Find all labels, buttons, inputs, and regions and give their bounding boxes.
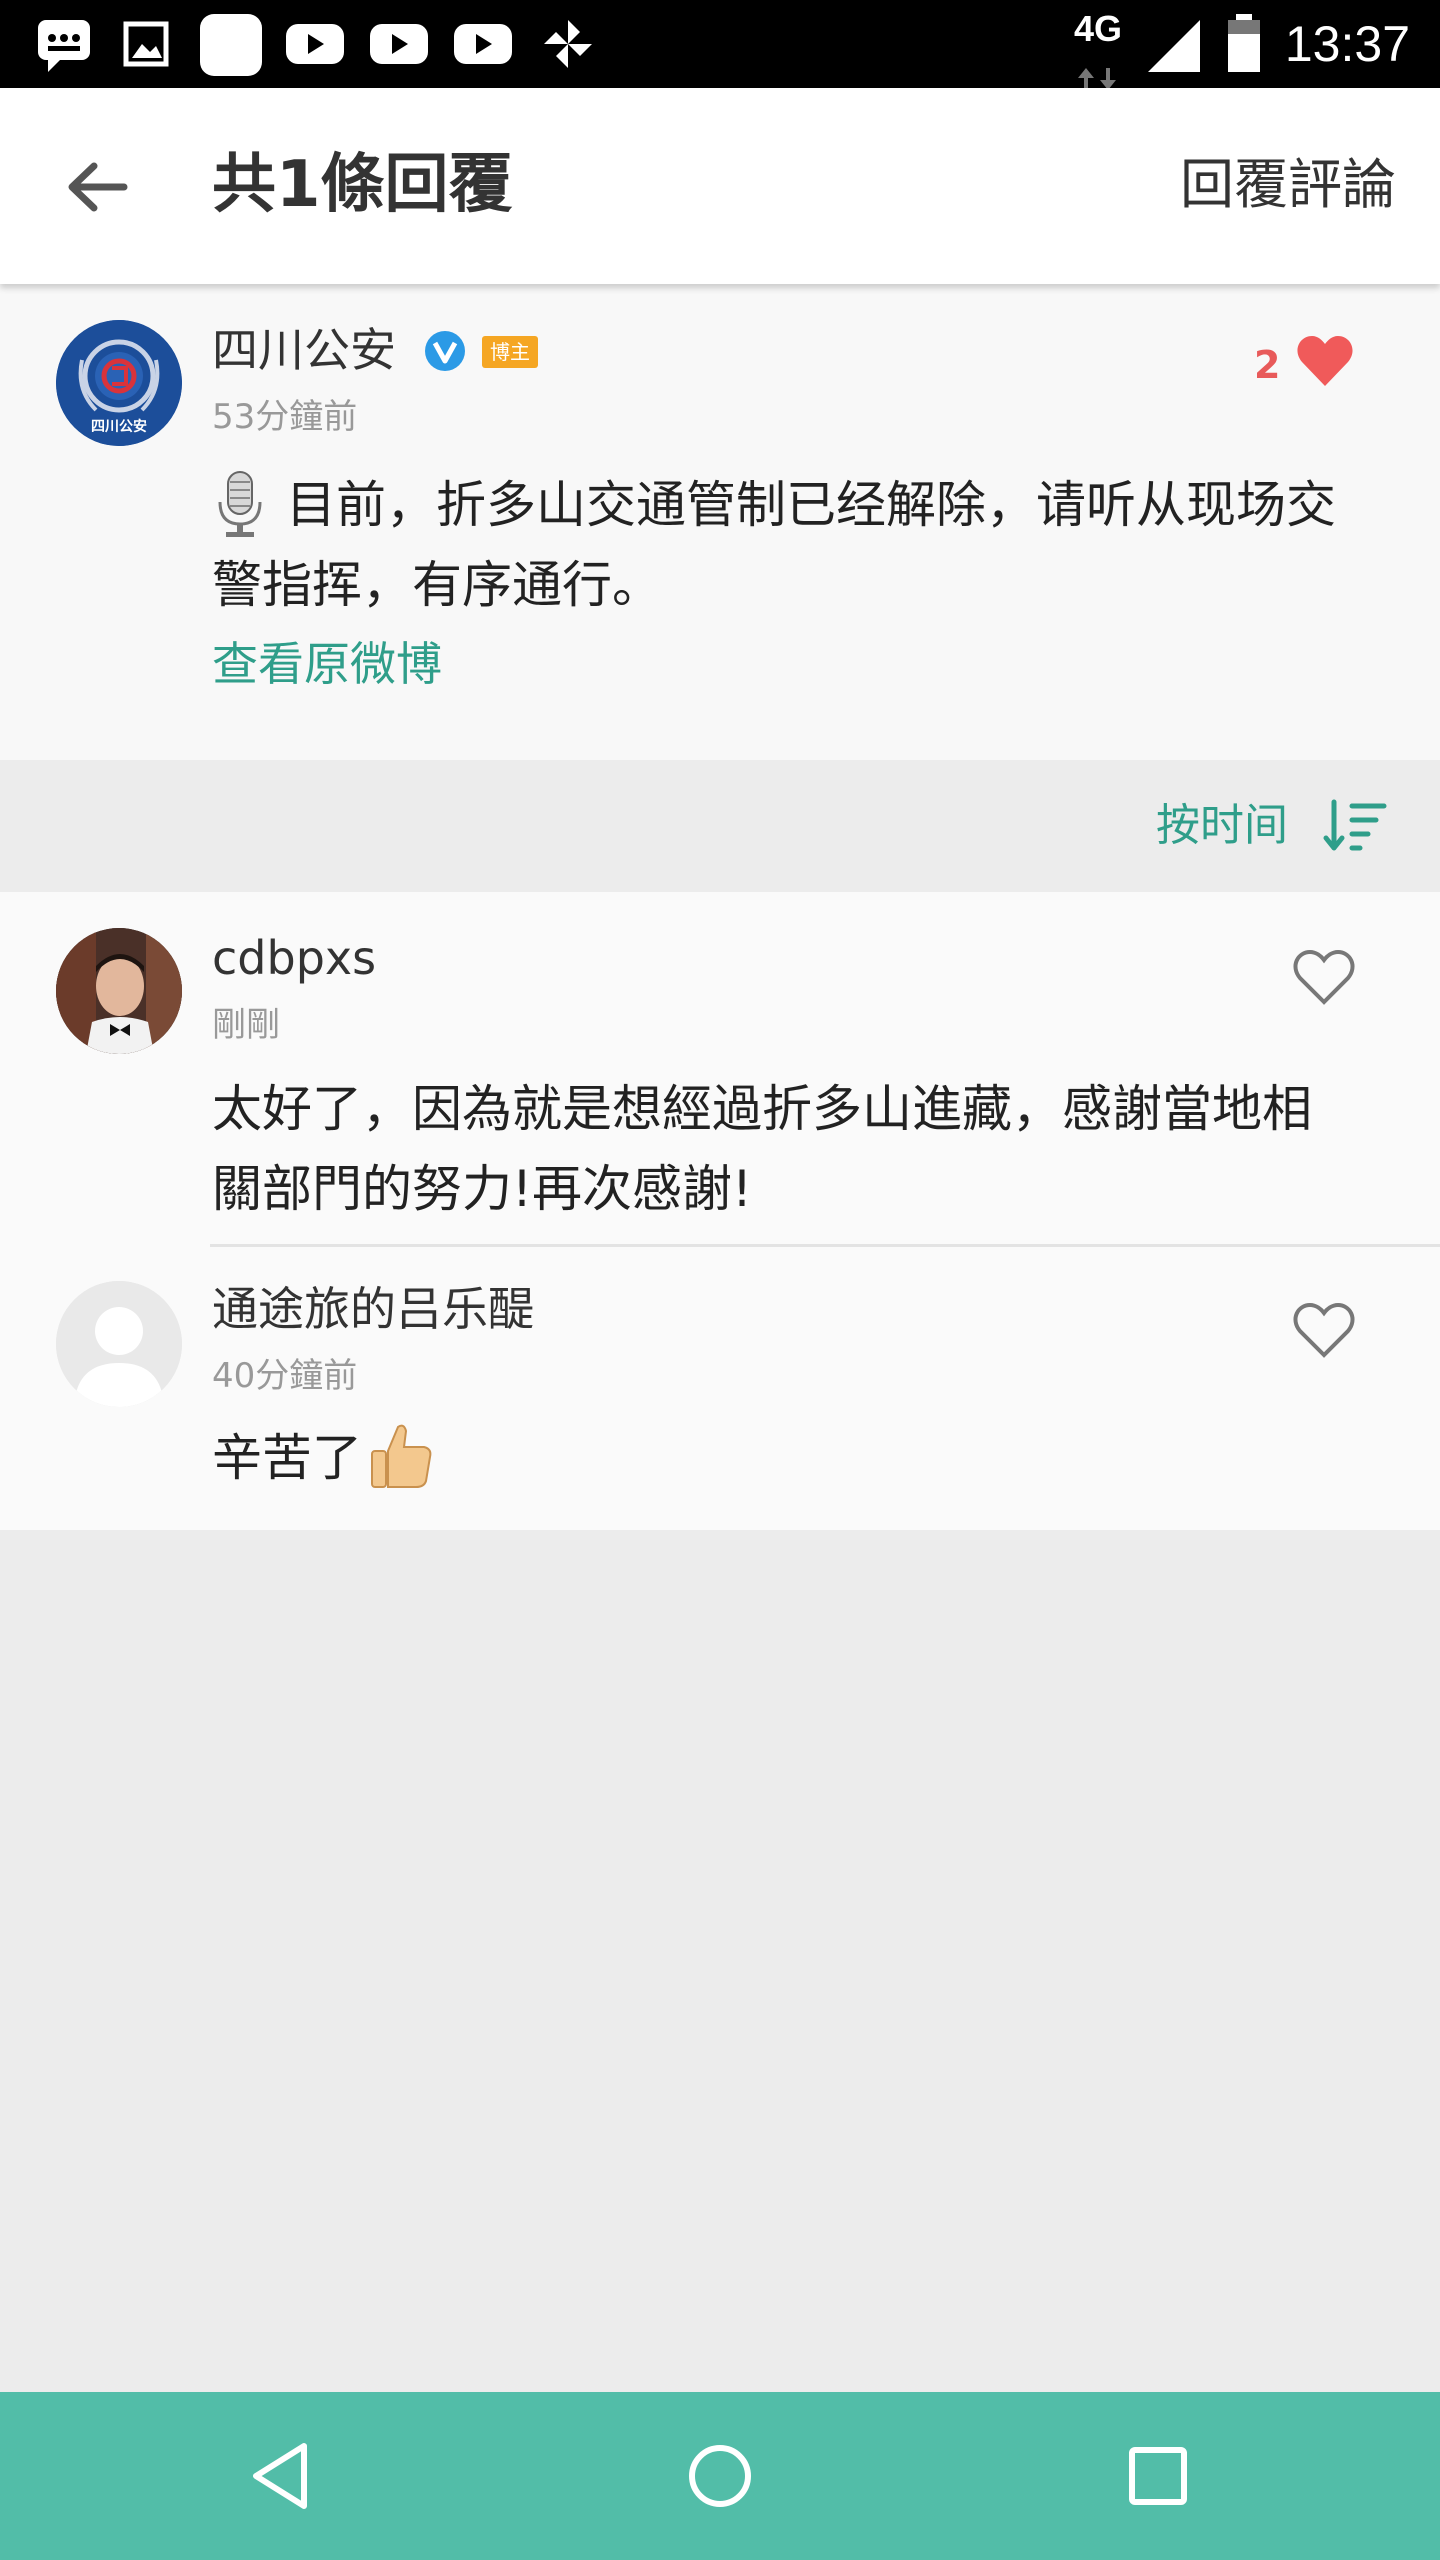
clock: 13:37	[1284, 16, 1410, 72]
microphone-emoji-icon	[218, 471, 262, 537]
list-item: cdbpxs 剛剛 太好了，因為就是想經過折多山進藏，感謝當地相 關部門的努力!…	[0, 892, 1440, 1244]
pinwheel-notification-icon	[544, 20, 592, 68]
page-title: 共1條回覆	[212, 148, 513, 222]
heart-outline-icon[interactable]	[1292, 948, 1356, 1006]
comment-time: 剛剛	[212, 1005, 280, 1045]
list-item: 通途旅的吕乐醍 40分鐘前 辛苦了	[0, 1247, 1440, 1530]
blogger-badge: 博主	[482, 336, 538, 368]
comment-text: 太好了，因為就是想經過折多山進藏，感謝當地相	[212, 1080, 1312, 1138]
comment-text: 目前，折多山交通管制已经解除，请听从现场交	[286, 476, 1336, 534]
sort-icon[interactable]	[1322, 796, 1388, 856]
youtube-notification-icon	[454, 24, 512, 64]
back-arrow-icon[interactable]	[54, 142, 144, 232]
status-bar: 4G 13:37	[0, 0, 1440, 90]
original-comment-card: 四川公安 四川公安 博主 53分鐘前 2 目前，折多山交通管制已经解除，请听从现…	[0, 284, 1440, 760]
app-notification-icon	[200, 14, 262, 76]
signal-icon	[1148, 20, 1200, 72]
network-type: 4G	[1074, 8, 1123, 49]
avatar[interactable]: 四川公安	[56, 320, 182, 446]
comment-author[interactable]: 通途旅的吕乐醍	[212, 1279, 534, 1339]
gallery-notification-icon	[123, 21, 169, 67]
reply-list: cdbpxs 剛剛 太好了，因為就是想經過折多山進藏，感謝當地相 關部門的努力!…	[0, 892, 1440, 1530]
avatar[interactable]	[56, 1281, 182, 1407]
verified-icon	[425, 331, 465, 371]
like-count: 2	[1254, 343, 1281, 387]
avatar-caption: 四川公安	[91, 419, 147, 435]
battery-icon	[1228, 14, 1260, 72]
thumbs-up-emoji-icon	[371, 1424, 432, 1488]
heart-filled-icon[interactable]	[1296, 334, 1354, 388]
heart-outline-icon[interactable]	[1292, 1301, 1356, 1359]
comment-text: 關部門的努力!再次感謝!	[212, 1160, 753, 1218]
view-original-weibo-link[interactable]: 查看原微博	[212, 634, 442, 694]
reply-comment-button[interactable]: 回覆評論	[1180, 150, 1396, 220]
comment-text: 辛苦了	[212, 1429, 362, 1487]
youtube-notification-icon	[286, 24, 344, 64]
default-avatar-icon	[56, 1281, 182, 1407]
message-notification-icon	[38, 20, 90, 72]
sort-by-time-button[interactable]: 按时间	[1156, 796, 1288, 856]
user-photo-icon	[56, 928, 182, 1054]
nav-recents-icon[interactable]	[1108, 2426, 1208, 2526]
comment-text: 警指挥，有序通行。	[212, 556, 662, 614]
sort-bar: 按时间	[0, 760, 1440, 892]
comment-author[interactable]: cdbpxs	[212, 928, 376, 988]
nav-home-icon[interactable]	[670, 2426, 770, 2526]
system-navigation-bar	[0, 2392, 1440, 2560]
app-bar: 共1條回覆 回覆評論	[0, 88, 1440, 284]
youtube-notification-icon	[370, 24, 428, 64]
nav-back-icon[interactable]	[232, 2426, 332, 2526]
comment-time: 53分鐘前	[212, 397, 358, 437]
comment-author[interactable]: 四川公安	[212, 320, 396, 380]
comment-time: 40分鐘前	[212, 1356, 358, 1396]
avatar[interactable]	[56, 928, 182, 1054]
